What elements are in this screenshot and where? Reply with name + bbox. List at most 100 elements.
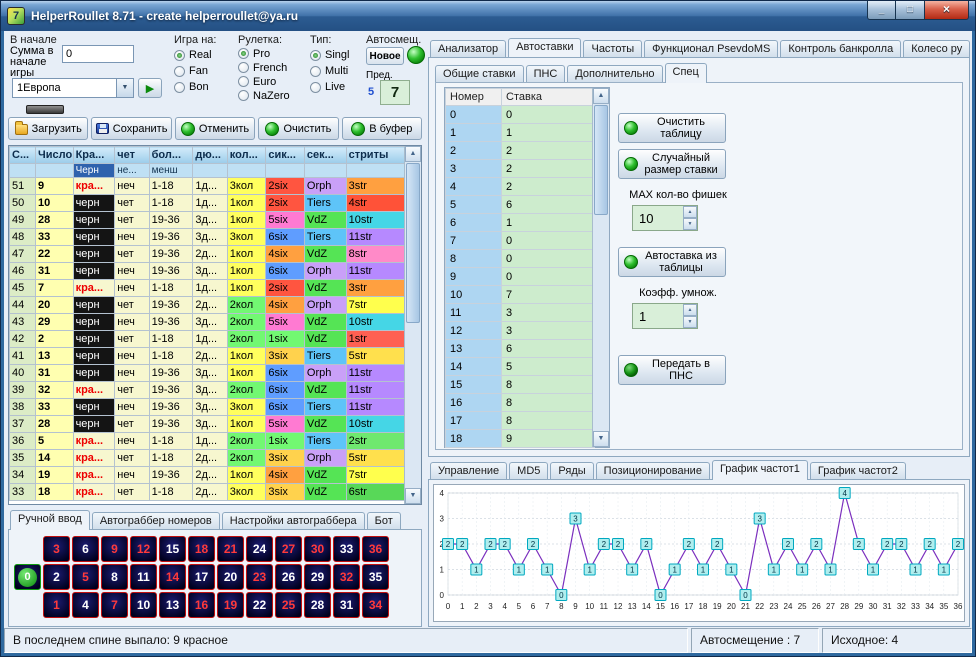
bets-row[interactable]: 158 (446, 376, 595, 394)
history-row[interactable]: 4833черннеч19-363д...3кол6sixTiers11str (10, 229, 405, 246)
history-row[interactable]: 3932кра...чет19-363д...2кол6sixVdZ11str (10, 382, 405, 399)
bets-row[interactable]: 178 (446, 412, 595, 430)
bets-row[interactable]: 56 (446, 196, 595, 214)
board-cell-33[interactable]: 33 (333, 536, 360, 562)
bets-row[interactable]: 90 (446, 268, 595, 286)
bets-row[interactable]: 42 (446, 178, 595, 196)
board-cell-14[interactable]: 14 (159, 564, 186, 590)
autobets-tab-4[interactable]: Спец (665, 63, 707, 83)
bets-row[interactable]: 189 (446, 430, 595, 448)
board-cell-13[interactable]: 13 (159, 592, 186, 618)
toolbar-button-3[interactable]: Отменить (175, 117, 255, 140)
game-type-option-Multi[interactable]: Multi (310, 64, 364, 78)
autobets-tab-1[interactable]: Общие ставки (435, 65, 524, 82)
history-row[interactable]: 4329черннеч19-363д...2кол5sixVdZ10str (10, 314, 405, 331)
minimize-button[interactable]: _ (867, 1, 896, 20)
game-on-radio-Fan[interactable] (174, 66, 185, 77)
roulette-radio-NaZero[interactable] (238, 90, 249, 101)
bets-row[interactable]: 61 (446, 214, 595, 232)
analyzer-tab-4[interactable]: Функционал PsevdoMS (644, 40, 778, 57)
autobet-from-table-button[interactable]: Автоставка из таблицы (618, 247, 726, 277)
game-type-radio-Live[interactable] (310, 82, 321, 93)
bets-row[interactable]: 32 (446, 160, 595, 178)
board-cell-10[interactable]: 10 (130, 592, 157, 618)
game-on-radio-Real[interactable] (174, 50, 185, 61)
roulette-option-French[interactable]: French (238, 61, 306, 74)
history-row[interactable]: 4420чернчет19-362д...2кол4sixOrph7str (10, 297, 405, 314)
analyzer-tab-2[interactable]: Автоставки (508, 38, 581, 57)
manual-tab-1[interactable]: Ручной ввод (10, 510, 90, 530)
history-row[interactable]: 3728чернчет19-363д...1кол5sixVdZ10str (10, 416, 405, 433)
board-cell-24[interactable]: 24 (246, 536, 273, 562)
manual-tab-4[interactable]: Бот (367, 512, 401, 529)
board-cell-25[interactable]: 25 (275, 592, 302, 618)
board-cell-28[interactable]: 28 (304, 592, 331, 618)
history-row[interactable]: 422чернчет1-181д...2кол1sixVdZ1str (10, 331, 405, 348)
history-row[interactable]: 5010чернчет1-181д...1кол2sixTiers4str (10, 195, 405, 212)
game-on-radio-Bon[interactable] (174, 82, 185, 93)
roulette-radio-Pro[interactable] (238, 48, 249, 59)
bets-row[interactable]: 123 (446, 322, 595, 340)
board-cell-34[interactable]: 34 (362, 592, 389, 618)
bets-row[interactable]: 22 (446, 142, 595, 160)
board-cell-29[interactable]: 29 (304, 564, 331, 590)
board-cell-30[interactable]: 30 (304, 536, 331, 562)
history-scrollbar[interactable]: ▲ ▼ (404, 146, 421, 504)
board-cell-19[interactable]: 19 (217, 592, 244, 618)
start-button[interactable]: ▶ (138, 78, 162, 98)
frequency-tab-5[interactable]: График частот1 (712, 460, 808, 480)
bets-row[interactable]: 80 (446, 250, 595, 268)
board-cell-23[interactable]: 23 (246, 564, 273, 590)
board-cell-6[interactable]: 6 (72, 536, 99, 562)
combo-dropdown-icon[interactable]: ▼ (116, 79, 133, 97)
analyzer-tab-1[interactable]: Анализатор (430, 40, 506, 57)
game-type-radio-Multi[interactable] (310, 66, 321, 77)
analyzer-tab-5[interactable]: Контроль банкролла (780, 40, 901, 57)
board-cell-1[interactable]: 1 (43, 592, 70, 618)
roulette-option-Pro[interactable]: Pro (238, 47, 306, 60)
board-cell-11[interactable]: 11 (130, 564, 157, 590)
frequency-tab-2[interactable]: MD5 (509, 462, 548, 479)
scroll-thumb[interactable] (406, 163, 420, 323)
board-cell-17[interactable]: 17 (188, 564, 215, 590)
scroll-up-icon[interactable]: ▲ (405, 146, 421, 162)
manual-tab-2[interactable]: Автограббер номеров (92, 512, 220, 529)
board-cell-4[interactable]: 4 (72, 592, 99, 618)
history-row[interactable]: 365кра...неч1-181д...2кол1sixTiers2str (10, 433, 405, 450)
scroll-up-icon[interactable]: ▲ (593, 88, 609, 104)
analyzer-tab-3[interactable]: Частоты (583, 40, 642, 57)
roulette-option-NaZero[interactable]: NaZero (238, 89, 306, 102)
multiplier-spinner[interactable]: 1 ▲ ▼ (632, 303, 698, 329)
bets-row[interactable]: 136 (446, 340, 595, 358)
game-on-option-Bon[interactable]: Bon (174, 80, 234, 94)
board-cell-35[interactable]: 35 (362, 564, 389, 590)
autobets-tab-3[interactable]: Дополнительно (567, 65, 662, 82)
history-row[interactable]: 3833черннеч19-363д...3кол6sixTiers11str (10, 399, 405, 416)
history-row[interactable]: 457кра...неч1-181д...1кол2sixVdZ3str (10, 280, 405, 297)
frequency-tab-1[interactable]: Управление (430, 462, 507, 479)
history-row[interactable]: 3514кра...чет1-182д...2кол3sixOrph5str (10, 450, 405, 467)
board-cell-26[interactable]: 26 (275, 564, 302, 590)
clear-table-button[interactable]: Очистить таблицу (618, 113, 726, 143)
game-type-radio-Singl[interactable] (310, 50, 321, 61)
bets-row[interactable]: 113 (446, 304, 595, 322)
bets-row[interactable]: 11 (446, 124, 595, 142)
close-button[interactable]: × (924, 1, 969, 20)
board-cell-12[interactable]: 12 (130, 536, 157, 562)
spin-down-icon[interactable]: ▼ (683, 316, 697, 328)
board-cell-36[interactable]: 36 (362, 536, 389, 562)
spin-down-icon[interactable]: ▼ (683, 218, 697, 230)
roulette-option-Euro[interactable]: Euro (238, 75, 306, 88)
board-cell-16[interactable]: 16 (188, 592, 215, 618)
board-cell-32[interactable]: 32 (333, 564, 360, 590)
bets-row[interactable]: 70 (446, 232, 595, 250)
bets-row[interactable]: 145 (446, 358, 595, 376)
history-row[interactable]: 4031черннеч19-363д...1кол6sixOrph11str (10, 365, 405, 382)
bets-row[interactable]: 00 (446, 106, 595, 124)
frequency-tab-4[interactable]: Позиционирование (596, 462, 710, 479)
autobets-tab-2[interactable]: ПНС (526, 65, 566, 82)
maximize-button[interactable]: □ (896, 1, 924, 20)
toolbar-button-1[interactable]: Загрузить (8, 117, 88, 140)
toolbar-button-2[interactable]: Сохранить (91, 117, 171, 140)
board-cell-22[interactable]: 22 (246, 592, 273, 618)
